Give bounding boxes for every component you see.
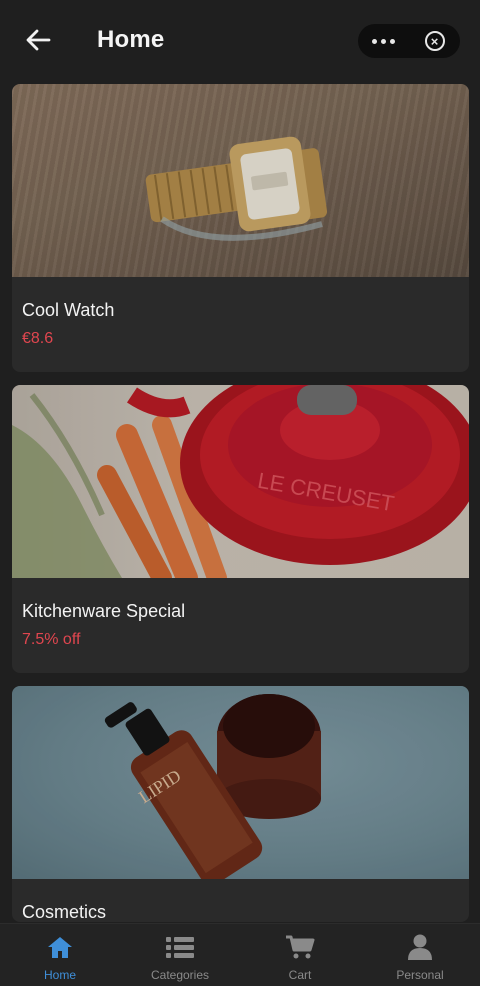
top-bar: Home × — [0, 0, 480, 84]
back-button[interactable] — [20, 22, 56, 58]
tab-personal[interactable]: Personal — [360, 924, 480, 986]
arrow-left-icon — [26, 29, 51, 51]
card-discount: 7.5% off — [22, 631, 81, 648]
tab-label: Cart — [288, 968, 312, 982]
product-card-kitchenware[interactable]: LE CREUSET Kitchenware Special 7.5% off — [12, 385, 469, 673]
product-card-cosmetics[interactable]: LIPID Cosmetics — [12, 686, 469, 922]
card-title: Cosmetics — [22, 902, 107, 922]
list-icon — [165, 934, 195, 960]
card-price: €8.6 — [22, 330, 54, 347]
app-root: Home × Cool Watch €8.6 LE CREUSET Kitche… — [0, 0, 480, 986]
tab-cart[interactable]: Cart — [240, 924, 360, 986]
card-title: Cool Watch — [22, 300, 115, 320]
cart-icon — [285, 934, 315, 960]
tab-label: Personal — [396, 968, 444, 982]
tab-label: Categories — [150, 968, 210, 982]
card-body: Cosmetics — [12, 879, 469, 922]
wristwatch-photo — [12, 84, 469, 277]
bottom-tab-bar: Home Categories Cart Personal — [0, 923, 480, 986]
close-circle-icon: × — [424, 31, 445, 51]
card-title: Kitchenware Special — [22, 601, 186, 621]
cookware-pot-photo: LE CREUSET — [12, 385, 469, 578]
person-icon — [405, 934, 435, 960]
card-body: Kitchenware Special 7.5% off — [12, 578, 469, 650]
product-feed: Cool Watch €8.6 LE CREUSET Kitchenware S… — [12, 84, 469, 935]
mini-program-capsule: × — [358, 24, 460, 58]
tab-categories[interactable]: Categories — [120, 924, 240, 986]
more-button[interactable] — [358, 24, 409, 58]
cosmetics-bottles-photo: LIPID — [12, 686, 469, 879]
product-card-watch[interactable]: Cool Watch €8.6 — [12, 84, 469, 372]
tab-home[interactable]: Home — [0, 924, 120, 986]
card-body: Cool Watch €8.6 — [12, 277, 469, 349]
tab-label: Home — [43, 968, 76, 982]
close-button[interactable]: × — [409, 24, 460, 58]
more-dots-icon — [372, 38, 395, 44]
page-title: Home — [97, 26, 165, 53]
home-icon — [45, 934, 75, 960]
